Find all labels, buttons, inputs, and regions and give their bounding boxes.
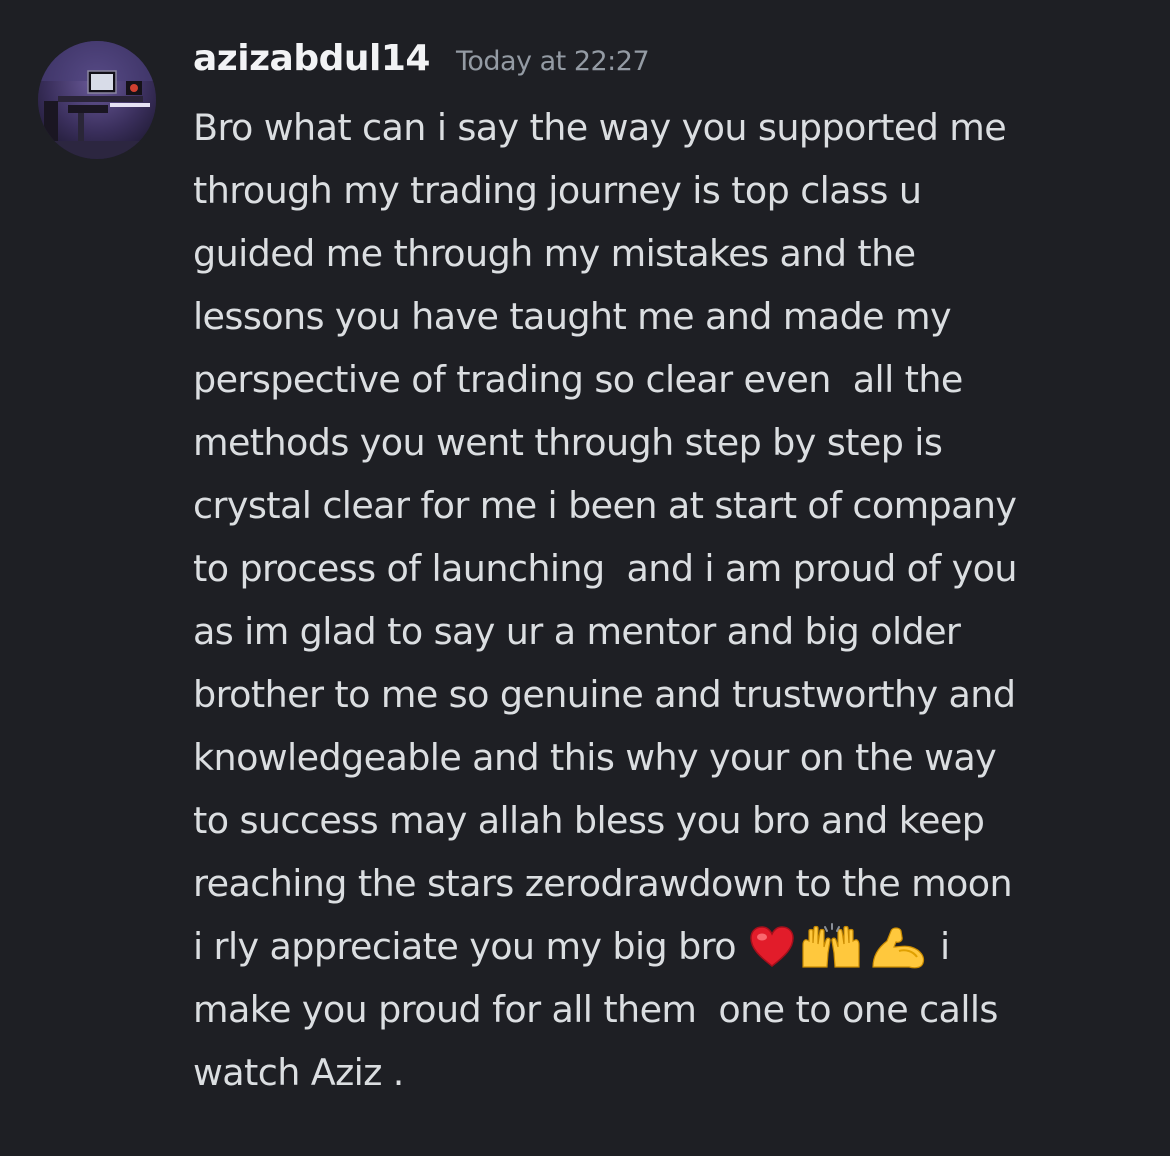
message-content: Bro what can i say the way you supported… [193, 96, 1158, 1104]
user-avatar[interactable] [38, 41, 156, 159]
message-line-with-emoji: i rly appreciate you my big bro i [193, 915, 1158, 978]
message-line: as im glad to say ur a mentor and big ol… [193, 610, 961, 653]
message-line: through my trading journey is top class … [193, 169, 922, 212]
message-line: methods you went through step by step is [193, 421, 943, 464]
message-line: lessons you have taught me and made my [193, 295, 952, 338]
message-line: to success may allah bless you bro and k… [193, 799, 985, 842]
message-line: to process of launching and i am proud o… [193, 547, 1018, 590]
message-header: azizabdul14 Today at 22:27 [193, 38, 650, 88]
chat-message: azizabdul14 Today at 22:27 Bro what can … [0, 0, 1170, 1156]
message-line: Bro what can i say the way you supported… [193, 106, 1007, 149]
message-line: knowledgeable and this why your on the w… [193, 736, 997, 779]
username[interactable]: azizabdul14 [193, 38, 430, 79]
timestamp[interactable]: Today at 22:27 [456, 46, 650, 77]
message-line-text: i rly appreciate you my big bro [193, 925, 748, 968]
message-line: perspective of trading so clear even all… [193, 358, 963, 401]
message-line: watch Aziz . [193, 1051, 404, 1094]
message-line: brother to me so genuine and trustworthy… [193, 673, 1016, 716]
message-line: crystal clear for me i been at start of … [193, 484, 1017, 527]
message-line: make you proud for all them one to one c… [193, 988, 998, 1031]
message-line: reaching the stars zerodrawdown to the m… [193, 862, 1013, 905]
message-line: guided me through my mistakes and the [193, 232, 916, 275]
message-line-text: i [929, 925, 950, 968]
avatar-desk-setup-icon [38, 41, 156, 159]
